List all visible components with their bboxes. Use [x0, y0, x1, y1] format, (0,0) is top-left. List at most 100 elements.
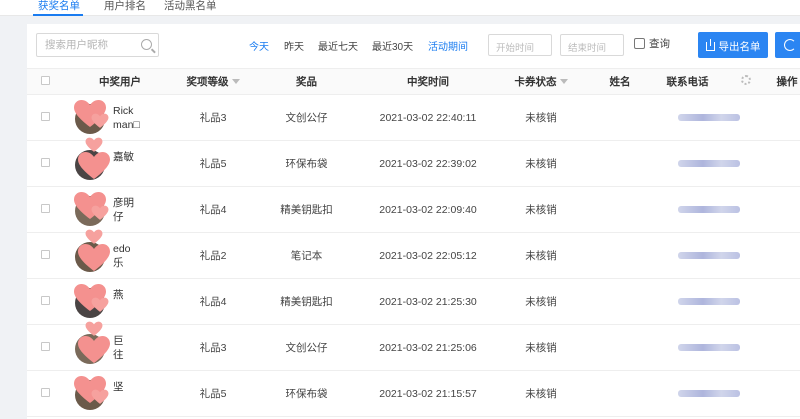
query-icon: [634, 38, 645, 49]
table-row[interactable]: 巨往 礼品3 文创公仔 2021-03-02 21:25:06 未核销: [27, 321, 800, 371]
tab-blacklist[interactable]: 活动黑名单: [164, 0, 217, 13]
start-date-input[interactable]: 开始时间: [488, 34, 552, 56]
table-row[interactable]: 坚 礼品5 环保布袋 2021-03-02 21:15:57 未核销: [27, 370, 800, 417]
prize-name: 环保布袋: [249, 140, 364, 187]
row-checkbox[interactable]: [40, 203, 50, 213]
row-checkbox[interactable]: [40, 341, 50, 351]
prize-level: 礼品3: [177, 324, 249, 371]
row-checkbox[interactable]: [40, 157, 50, 167]
col-time: 中奖时间: [364, 68, 492, 95]
real-name: [590, 94, 650, 141]
row-select-cell: [27, 140, 63, 187]
end-date-input[interactable]: 结束时间: [560, 34, 624, 56]
filter-last-7-days[interactable]: 最近七天: [318, 38, 358, 53]
select-all-cell: [27, 68, 63, 95]
row-select-cell: [27, 278, 63, 325]
win-time: 2021-03-02 22:40:11: [364, 94, 492, 141]
winner-user-cell: 巨往: [63, 321, 177, 371]
col-user: 中奖用户: [63, 68, 177, 95]
tab-ranking[interactable]: 用户排名: [104, 0, 146, 13]
search-icon[interactable]: [141, 39, 152, 50]
heart-sticker-icon: [78, 244, 110, 271]
blurred-phone-number: [677, 251, 740, 259]
win-time: 2021-03-02 21:25:30: [364, 278, 492, 325]
phone-cell: [650, 324, 767, 371]
settings-cell: [767, 278, 800, 325]
tab-winners[interactable]: 获奖名单: [38, 0, 80, 13]
win-time: 2021-03-02 22:09:40: [364, 186, 492, 233]
real-name: [590, 278, 650, 325]
winner-nickname: 嘉敏: [113, 151, 134, 163]
heart-sticker-icon: [85, 229, 103, 244]
blurred-phone-number: [677, 297, 740, 305]
winner-user-cell: 坚: [63, 370, 177, 417]
winner-user-cell: edo 乐: [63, 229, 177, 279]
row-checkbox[interactable]: [40, 295, 50, 305]
refresh-button[interactable]: [775, 32, 800, 58]
real-name: [590, 370, 650, 417]
level-filter-icon[interactable]: [231, 79, 240, 84]
filter-today[interactable]: 今天: [249, 38, 269, 53]
win-time: 2021-03-02 21:25:06: [364, 324, 492, 371]
table-row[interactable]: edo 乐 礼品2 笔记本 2021-03-02 22:05:12 未核销: [27, 229, 800, 279]
upload-icon: [705, 39, 715, 51]
prize-level: 礼品5: [177, 140, 249, 187]
search-box: [36, 33, 159, 57]
col-prize: 奖品: [249, 68, 364, 95]
winner-nickname: Rick man□: [113, 105, 140, 131]
heart-sticker-icon: [85, 137, 103, 152]
coupon-status: 未核销: [492, 324, 590, 371]
row-select-cell: [27, 370, 63, 417]
filter-last-30-days[interactable]: 最近30天: [372, 38, 413, 53]
winner-user-cell: 燕: [63, 278, 177, 325]
winners-table: 中奖用户 奖项等级 奖品 中奖时间 卡券状态 姓名 联系电话 操作 Rick ma…: [27, 68, 800, 417]
phone-cell: [650, 278, 767, 325]
prize-level: 礼品4: [177, 186, 249, 233]
table-row[interactable]: 嘉敏 礼品5 环保布袋 2021-03-02 22:39:02 未核销: [27, 137, 800, 187]
prize-name: 环保布袋: [249, 370, 364, 417]
query-button[interactable]: 查询: [634, 36, 670, 51]
winner-user-cell: 嘉敏: [63, 137, 177, 187]
row-checkbox[interactable]: [40, 387, 50, 397]
search-input[interactable]: [37, 34, 137, 56]
gear-icon[interactable]: [741, 75, 751, 85]
winner-nickname: 彦明仔: [113, 197, 134, 223]
heart-sticker-icon: [78, 152, 110, 179]
real-name: [590, 324, 650, 371]
blurred-phone-number: [677, 113, 740, 121]
phone-cell: [650, 370, 767, 417]
coupon-status: 未核销: [492, 186, 590, 233]
query-label: 查询: [649, 38, 670, 50]
table-row[interactable]: 燕 礼品4 精美钥匙扣 2021-03-02 21:25:30 未核销: [27, 278, 800, 325]
filter-yesterday[interactable]: 昨天: [284, 38, 304, 53]
prize-name: 精美钥匙扣: [249, 186, 364, 233]
coupon-status: 未核销: [492, 94, 590, 141]
table-row[interactable]: Rick man□ 礼品3 文创公仔 2021-03-02 22:40:11 未核销: [27, 94, 800, 141]
win-time: 2021-03-02 22:05:12: [364, 232, 492, 279]
row-select-cell: [27, 94, 63, 141]
prize-level: 礼品4: [177, 278, 249, 325]
col-status[interactable]: 卡券状态: [492, 68, 590, 95]
export-list-button[interactable]: 导出名单: [698, 32, 768, 58]
col-level[interactable]: 奖项等级: [177, 68, 249, 95]
table-header-row: 中奖用户 奖项等级 奖品 中奖时间 卡券状态 姓名 联系电话 操作: [27, 68, 800, 95]
status-filter-icon[interactable]: [559, 79, 568, 84]
blurred-phone-number: [677, 343, 740, 351]
row-checkbox[interactable]: [40, 249, 50, 259]
filter-activity-period[interactable]: 活动期间: [428, 38, 468, 53]
table-body: Rick man□ 礼品3 文创公仔 2021-03-02 22:40:11 未核销 嘉敏礼…: [27, 94, 800, 417]
settings-cell: [767, 94, 800, 141]
active-tab-indicator: [33, 14, 83, 16]
col-name: 姓名: [590, 68, 650, 95]
blurred-phone-number: [677, 205, 740, 213]
prize-level: 礼品3: [177, 94, 249, 141]
real-name: [590, 140, 650, 187]
select-all-checkbox[interactable]: [40, 75, 50, 85]
heart-sticker-icon: [91, 297, 109, 312]
row-checkbox[interactable]: [40, 111, 50, 121]
prize-level: 礼品2: [177, 232, 249, 279]
winner-nickname: 燕: [113, 289, 124, 301]
heart-sticker-icon: [91, 113, 109, 128]
table-row[interactable]: 彦明仔 礼品4 精美钥匙扣 2021-03-02 22:09:40 未核销: [27, 186, 800, 233]
toolbar: 今天 昨天 最近七天 最近30天 活动期间 开始时间 结束时间 查询 导出名单: [27, 24, 800, 68]
